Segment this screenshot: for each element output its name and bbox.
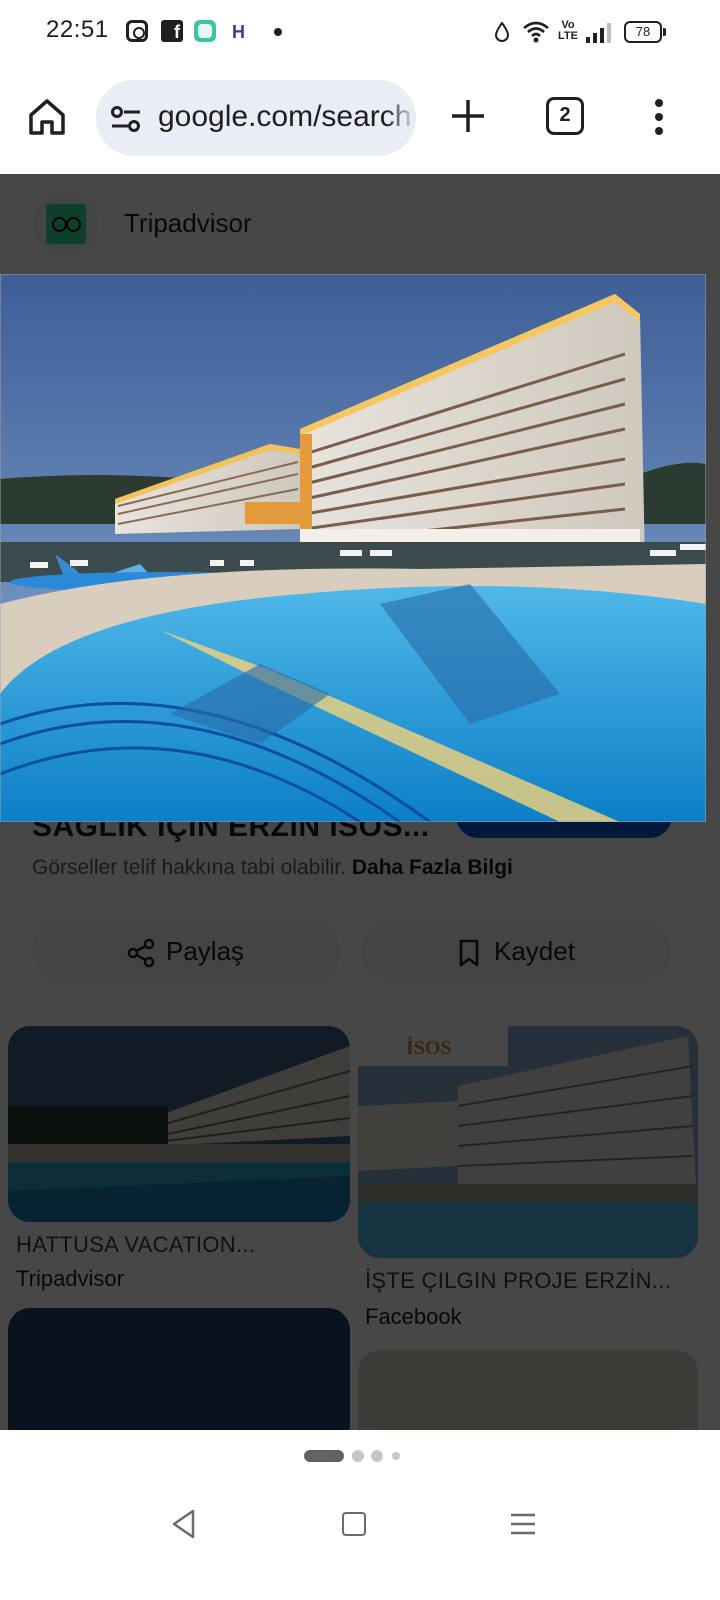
dot-icon bbox=[274, 28, 282, 36]
more-menu-icon[interactable] bbox=[650, 96, 668, 138]
save-button[interactable]: Kaydet bbox=[362, 918, 670, 984]
home-nav-icon[interactable] bbox=[342, 1512, 366, 1536]
carousel-dot bbox=[392, 1452, 400, 1460]
learn-more-link[interactable]: Daha Fazla Bilgi bbox=[352, 856, 513, 879]
battery-icon: 78 bbox=[624, 21, 666, 43]
related-thumbnail[interactable] bbox=[8, 1026, 350, 1222]
status-time: 22:51 bbox=[46, 16, 109, 43]
browser-toolbar: google.com/search 2 bbox=[0, 64, 720, 174]
url-bar[interactable]: google.com/search bbox=[96, 80, 416, 156]
copyright-notice: Görseller telif hakkına tabi olabilir. D… bbox=[32, 856, 513, 880]
tripadvisor-logo-icon bbox=[34, 192, 98, 256]
related-source[interactable]: Facebook bbox=[365, 1304, 462, 1330]
app-icon bbox=[194, 20, 216, 42]
facebook-icon: f bbox=[161, 20, 183, 42]
home-icon[interactable] bbox=[26, 96, 68, 138]
volte-icon: Vo LTE bbox=[558, 19, 578, 42]
recents-nav-icon[interactable] bbox=[510, 1512, 536, 1536]
status-bar: 22:51 f H Vo LTE 78 bbox=[0, 0, 720, 64]
share-button[interactable]: Paylaş bbox=[32, 918, 340, 984]
share-icon bbox=[127, 938, 155, 968]
related-title[interactable]: İŞTE ÇILGIN PROJE ERZİN... bbox=[365, 1268, 671, 1294]
bottom-area bbox=[0, 1430, 720, 1600]
site-settings-icon[interactable] bbox=[110, 106, 142, 132]
wifi-icon bbox=[523, 21, 549, 43]
related-source[interactable]: Tripadvisor bbox=[16, 1266, 124, 1292]
url-text[interactable]: google.com/search bbox=[158, 100, 411, 134]
related-thumbnail[interactable] bbox=[8, 1308, 350, 1430]
data-saver-icon bbox=[494, 22, 510, 42]
carousel-dot bbox=[371, 1450, 383, 1462]
carousel-dot bbox=[352, 1450, 364, 1462]
related-title[interactable]: HATTUSA VACATION... bbox=[16, 1232, 255, 1258]
tab-switcher-button[interactable]: 2 bbox=[546, 97, 584, 135]
related-thumbnail[interactable]: İSOS bbox=[358, 1026, 698, 1258]
related-logo-text: İSOS bbox=[406, 1035, 452, 1059]
image-viewer-page: Tripadvisor SAĞLIK İÇİN ERZİN İSOS... Gö… bbox=[0, 174, 720, 1430]
url-fade bbox=[386, 80, 416, 156]
related-thumbnail[interactable] bbox=[358, 1350, 698, 1430]
source-name[interactable]: Tripadvisor bbox=[124, 208, 252, 239]
instagram-icon bbox=[126, 20, 148, 42]
source-header[interactable]: Tripadvisor bbox=[0, 174, 720, 274]
new-tab-icon[interactable] bbox=[450, 98, 486, 134]
signal-icon bbox=[586, 23, 611, 43]
save-label: Kaydet bbox=[494, 936, 575, 966]
h-icon: H bbox=[232, 22, 245, 42]
share-label: Paylaş bbox=[166, 936, 245, 966]
bookmark-icon bbox=[459, 939, 479, 967]
copyright-text: Görseller telif hakkına tabi olabilir. bbox=[32, 856, 346, 879]
hotel-pool-photo[interactable] bbox=[0, 274, 706, 822]
back-nav-icon[interactable] bbox=[170, 1508, 198, 1540]
carousel-dot-active bbox=[304, 1450, 344, 1462]
